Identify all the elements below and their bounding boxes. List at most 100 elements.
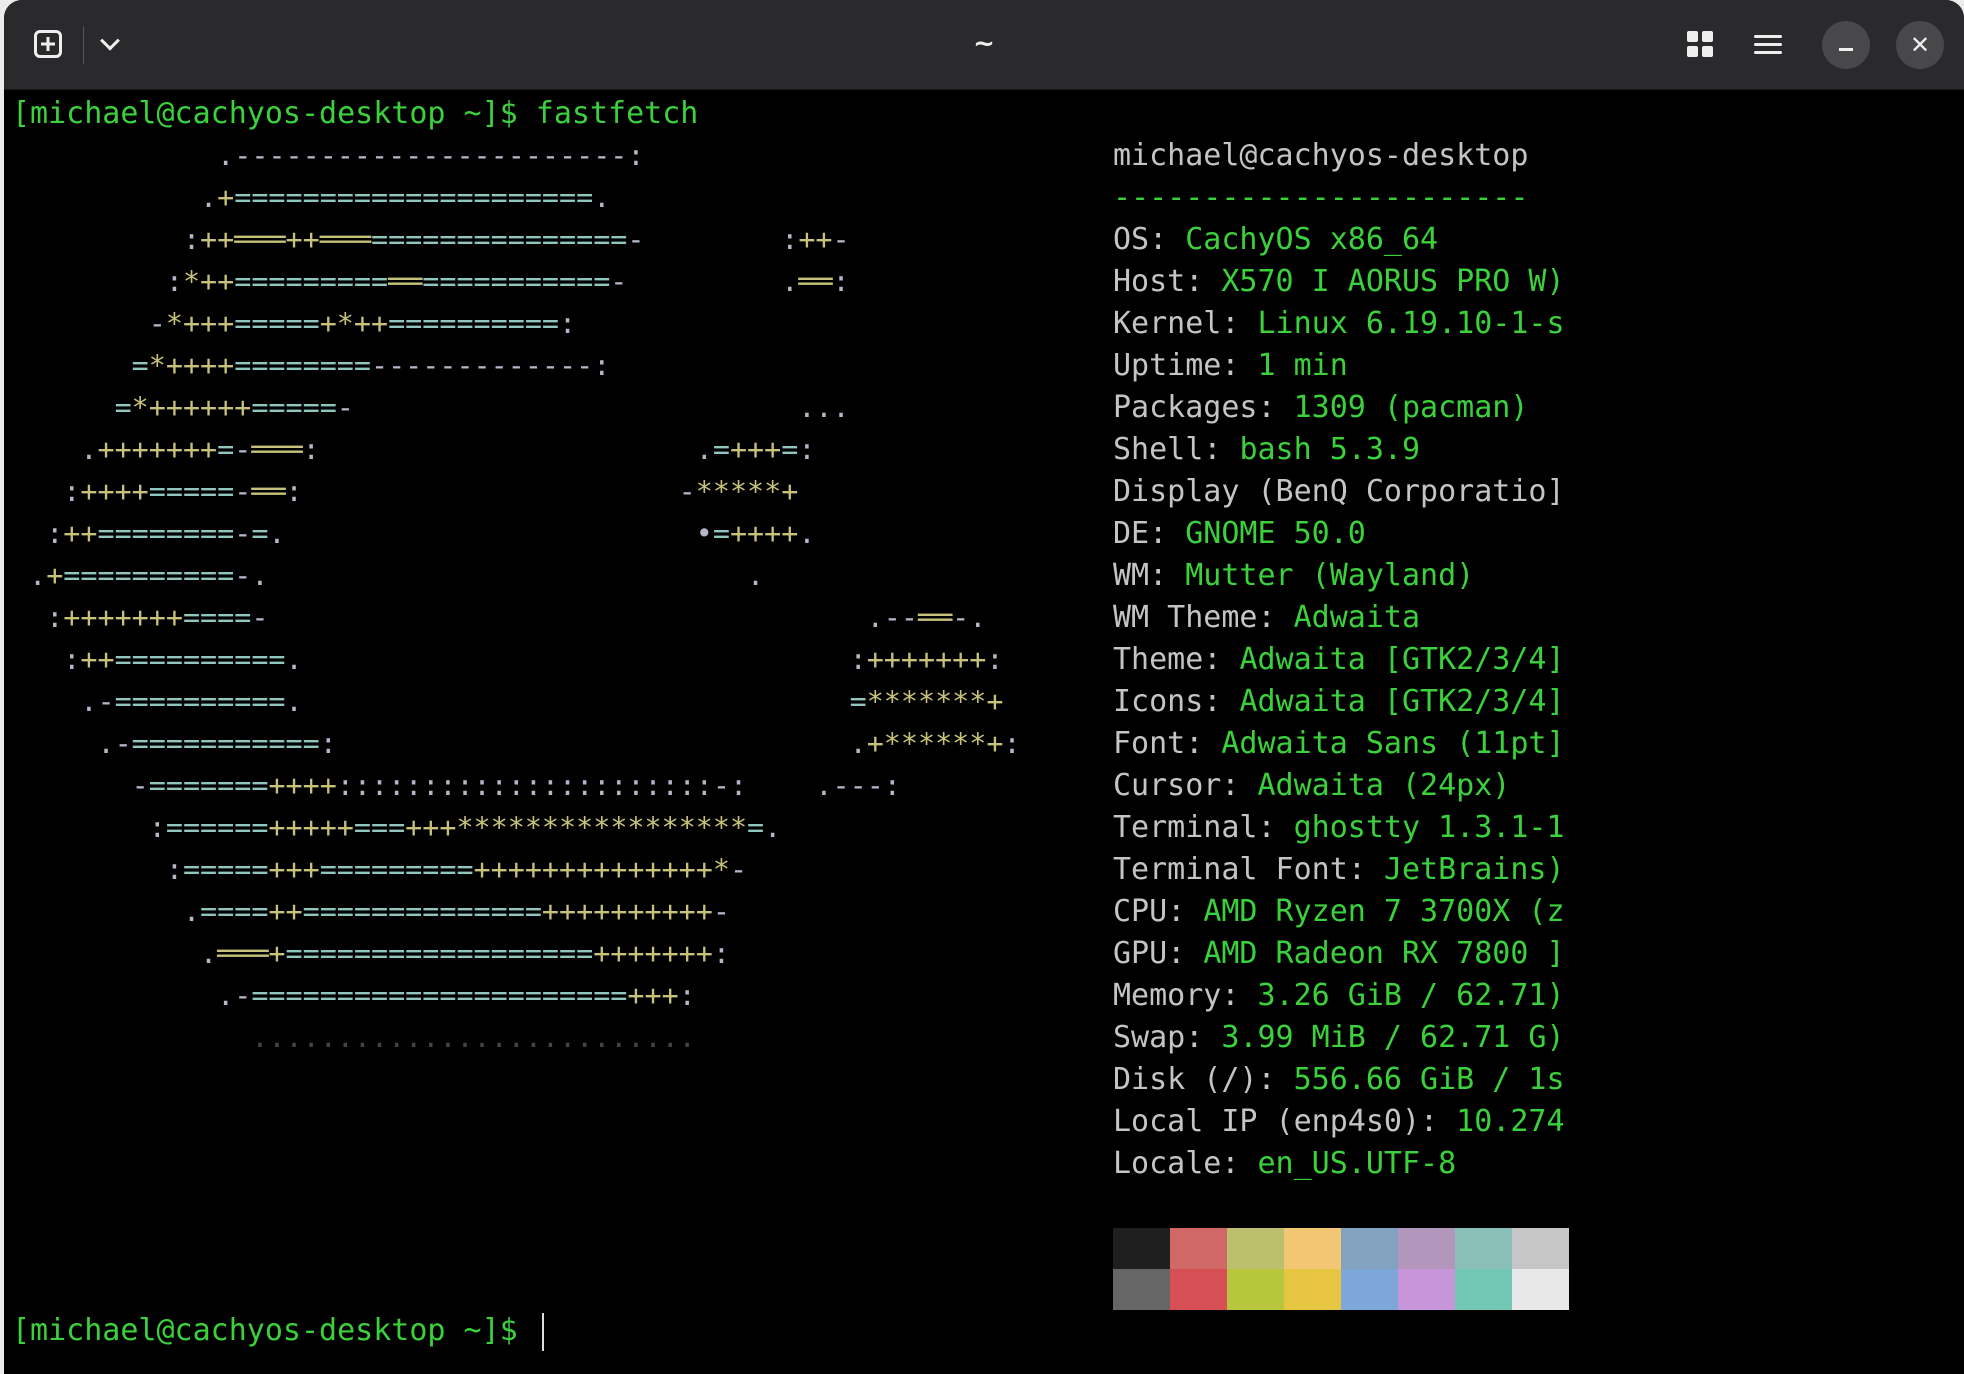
info-colon: : bbox=[1167, 936, 1204, 971]
color-swatch bbox=[1284, 1269, 1341, 1310]
main-menu-button[interactable] bbox=[1746, 22, 1790, 66]
info-colon: : bbox=[1185, 1020, 1222, 1055]
color-swatch bbox=[1455, 1228, 1512, 1269]
info-key: Uptime bbox=[1113, 348, 1222, 383]
minimize-icon bbox=[1839, 47, 1853, 51]
system-info: michael@cachyos-desktop ----------------… bbox=[1113, 135, 1565, 1185]
info-row: Icons: Adwaita [GTK2/3/4] bbox=[1113, 681, 1565, 723]
logo-row: -*+++=====+*++==========: bbox=[148, 307, 577, 340]
info-key: Shell bbox=[1113, 432, 1204, 467]
info-colon: : bbox=[1347, 852, 1384, 887]
info-value: 3.99 MiB / 62.71 G) bbox=[1221, 1020, 1565, 1055]
tab-overview-button[interactable] bbox=[1678, 22, 1722, 66]
tab-menu-button[interactable] bbox=[90, 24, 130, 66]
info-key: Icons bbox=[1113, 684, 1204, 719]
color-swatch bbox=[1398, 1228, 1455, 1269]
info-key: WM Theme bbox=[1113, 600, 1258, 635]
logo-row: .+++++++=-═══: .=+++=: bbox=[80, 433, 816, 466]
terminal-window: ~ ✕ [michael@cachyos-desktop ~]$ fastfet… bbox=[4, 0, 1964, 1374]
logo-row: .-===========: .+******+: bbox=[97, 727, 1021, 760]
info-row: WM Theme: Adwaita bbox=[1113, 597, 1565, 639]
info-colon: : bbox=[1221, 1146, 1258, 1181]
info-key: Packages bbox=[1113, 390, 1258, 425]
logo-row: :*++=========══===========- .══: bbox=[165, 265, 850, 298]
info-value: Adwaita [GTK2/3/4] bbox=[1239, 642, 1565, 677]
info-key: Locale bbox=[1113, 1146, 1222, 1181]
info-row: Memory: 3.26 GiB / 62.71) bbox=[1113, 975, 1565, 1017]
logo-row: .+==========-. . bbox=[29, 559, 765, 592]
info-key: Theme bbox=[1113, 642, 1204, 677]
info-value: 10.274 bbox=[1456, 1104, 1565, 1139]
new-tab-button[interactable] bbox=[26, 22, 70, 66]
info-value: AMD Ryzen 7 3700X (z bbox=[1203, 894, 1565, 929]
info-colon: : bbox=[1257, 810, 1294, 845]
info-colon: : bbox=[1149, 516, 1186, 551]
info-row: Local IP (enp4s0): 10.274 bbox=[1113, 1101, 1565, 1143]
color-swatch bbox=[1227, 1228, 1284, 1269]
prompt: [michael@cachyos-desktop ~]$ bbox=[12, 1313, 536, 1348]
info-value: GNOME 50.0 bbox=[1185, 516, 1366, 551]
logo-row: :++++=====-══: -*****+ bbox=[63, 475, 799, 508]
info-row: Terminal Font: JetBrains) bbox=[1113, 849, 1565, 891]
logo-row: :=====+++=========++++++++++++++*- bbox=[165, 853, 748, 886]
info-colon: : bbox=[1221, 348, 1258, 383]
info-colon: : bbox=[1257, 600, 1294, 635]
color-swatch bbox=[1398, 1269, 1455, 1310]
info-colon: : bbox=[1257, 1062, 1294, 1097]
info-key: GPU bbox=[1113, 936, 1168, 971]
palette-row-bottom bbox=[1113, 1269, 1569, 1310]
info-row: OS: CachyOS x86_64 bbox=[1113, 219, 1565, 261]
plus-icon bbox=[34, 30, 62, 58]
grid-icon bbox=[1687, 31, 1713, 57]
info-row: Locale: en_US.UTF-8 bbox=[1113, 1143, 1565, 1185]
info-colon: : bbox=[1185, 726, 1222, 761]
distro-logo-ascii: .-----------------------: .+============… bbox=[12, 135, 1021, 1059]
color-swatch bbox=[1341, 1228, 1398, 1269]
text-cursor bbox=[541, 1312, 544, 1351]
info-value: Mutter (Wayland) bbox=[1185, 558, 1475, 593]
window-title: ~ bbox=[973, 29, 995, 59]
info-value: 556.66 GiB / 1s bbox=[1293, 1062, 1565, 1097]
logo-row: .+=====================. bbox=[200, 181, 611, 214]
color-swatch bbox=[1512, 1269, 1569, 1310]
minimize-button[interactable] bbox=[1822, 21, 1870, 69]
info-key: CPU bbox=[1113, 894, 1168, 929]
info-colon: : bbox=[1203, 684, 1240, 719]
palette-row-top bbox=[1113, 1228, 1569, 1269]
info-value: AMD Radeon RX 7800 ] bbox=[1203, 936, 1565, 971]
info-row: Font: Adwaita Sans (11pt] bbox=[1113, 723, 1565, 765]
info-key: Memory bbox=[1113, 978, 1222, 1013]
color-swatch bbox=[1512, 1228, 1569, 1269]
info-key: WM bbox=[1113, 558, 1150, 593]
info-key: Kernel bbox=[1113, 306, 1222, 341]
terminal-area[interactable]: [michael@cachyos-desktop ~]$ fastfetch .… bbox=[4, 89, 1964, 1374]
close-icon: ✕ bbox=[1909, 31, 1931, 59]
logo-row: :++========-=. •=++++. bbox=[46, 517, 816, 550]
info-key: Font bbox=[1113, 726, 1186, 761]
info-value: Adwaita Sans (11pt] bbox=[1221, 726, 1565, 761]
info-colon: : bbox=[1221, 978, 1258, 1013]
title-separator bbox=[83, 26, 84, 64]
info-value: bash 5.3.9 bbox=[1239, 432, 1421, 467]
logo-row: :+++++++====- .--══-. bbox=[46, 601, 987, 634]
prompt-line-2: [michael@cachyos-desktop ~]$ bbox=[12, 1310, 544, 1352]
info-colon: : bbox=[1203, 432, 1240, 467]
logo-row: =*++++++=====- ... bbox=[114, 391, 850, 424]
info-row: Packages: 1309 (pacman) bbox=[1113, 387, 1565, 429]
info-value: JetBrains) bbox=[1383, 852, 1565, 887]
close-button[interactable]: ✕ bbox=[1896, 21, 1944, 69]
prompt: [michael@cachyos-desktop ~]$ bbox=[12, 96, 536, 131]
info-value: Adwaita (24px) bbox=[1257, 768, 1511, 803]
info-colon: : bbox=[1420, 1104, 1457, 1139]
info-value: Adwaita bbox=[1293, 600, 1421, 635]
prompt-line-1: [michael@cachyos-desktop ~]$ fastfetch bbox=[12, 93, 698, 135]
info-key: Terminal bbox=[1113, 810, 1258, 845]
info-row: DE: GNOME 50.0 bbox=[1113, 513, 1565, 555]
info-row: Host: X570 I AORUS PRO W) bbox=[1113, 261, 1565, 303]
info-row: Disk (/): 556.66 GiB / 1s bbox=[1113, 1059, 1565, 1101]
info-row: Terminal: ghostty 1.3.1-1 bbox=[1113, 807, 1565, 849]
logo-row: .......................... bbox=[251, 1021, 696, 1054]
color-swatch bbox=[1227, 1269, 1284, 1310]
info-row: WM: Mutter (Wayland) bbox=[1113, 555, 1565, 597]
color-swatch bbox=[1170, 1269, 1227, 1310]
